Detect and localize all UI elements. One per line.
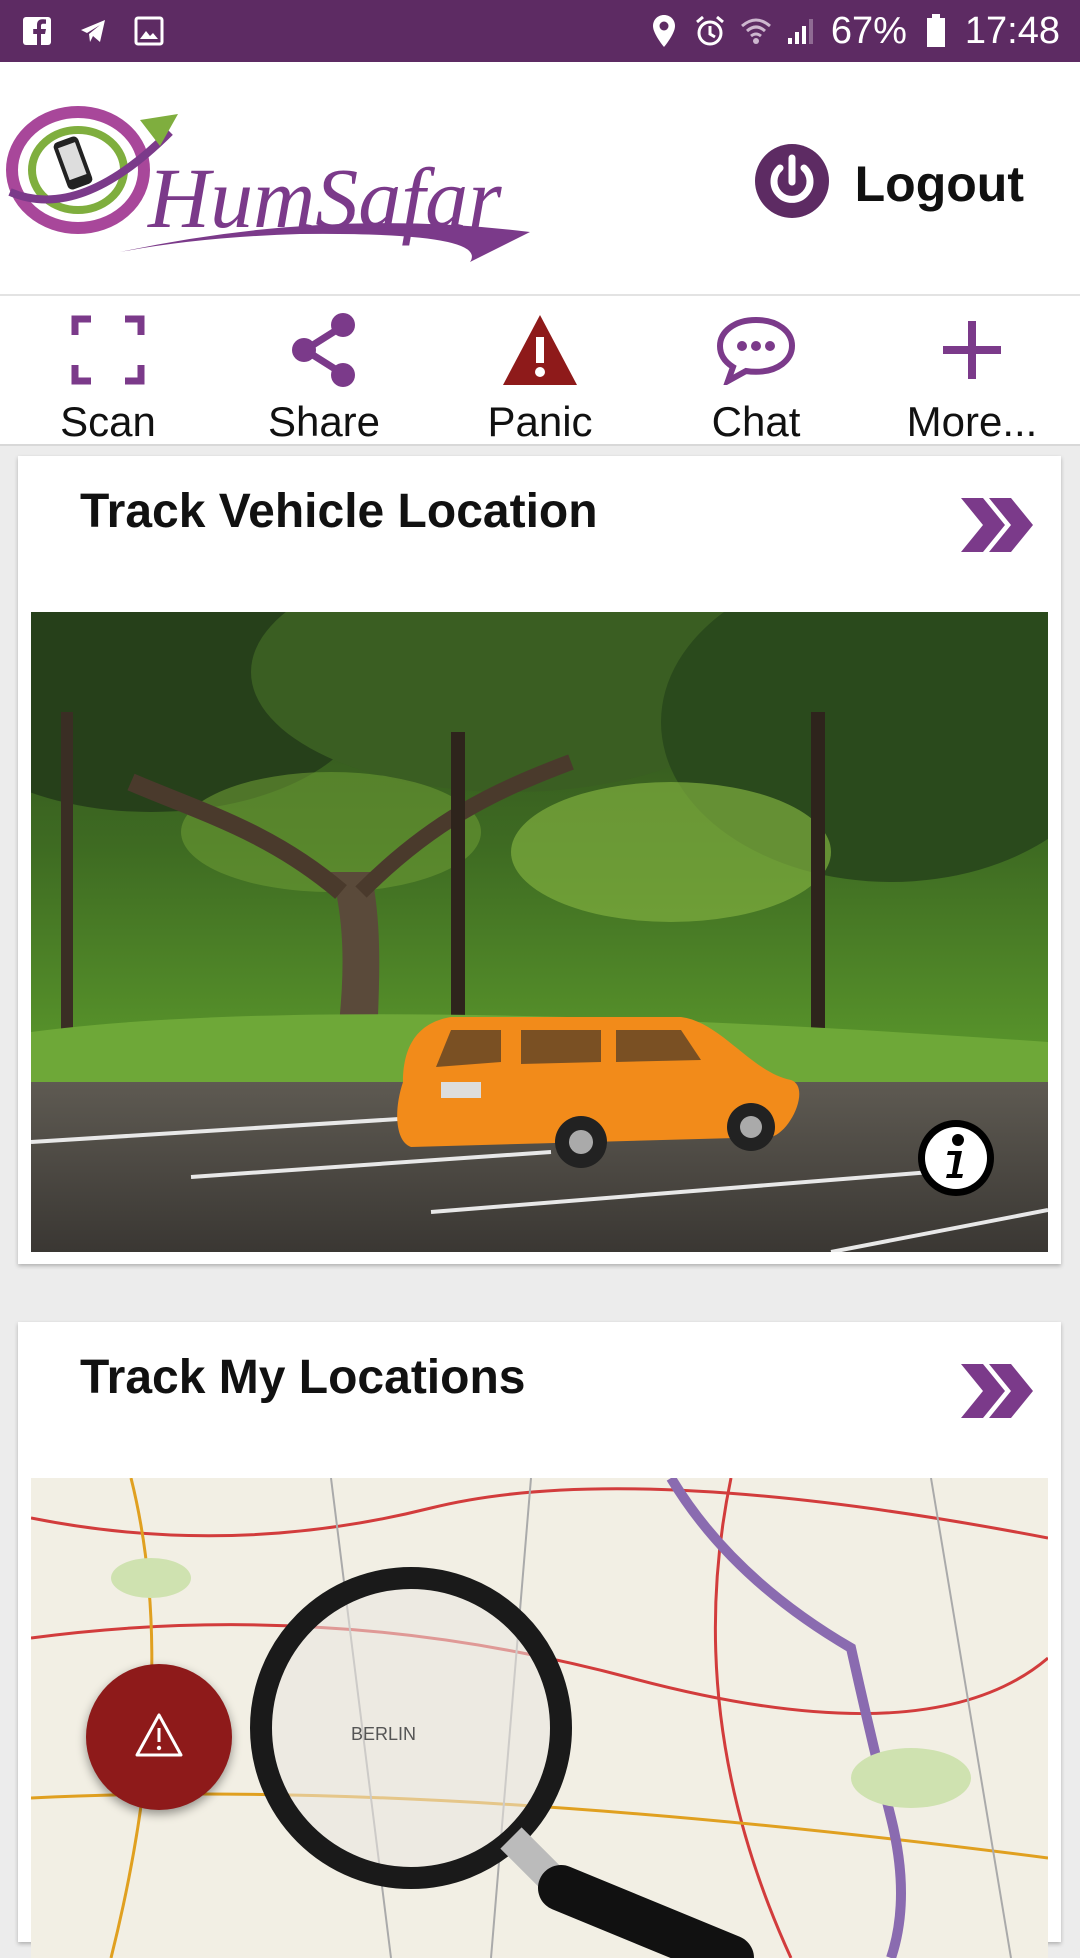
action-toolbar: Scan Share Panic Chat More...	[0, 294, 1080, 446]
battery-percent: 67%	[830, 9, 907, 52]
double-chevron-right-icon[interactable]	[957, 494, 1037, 556]
card-title: Track Vehicle Location	[80, 485, 598, 538]
scan-label: Scan	[60, 398, 156, 445]
info-icon[interactable]	[916, 1118, 996, 1198]
track-my-locations-card[interactable]: Track My Locations BERLIN	[18, 1322, 1061, 1958]
panic-fab[interactable]	[86, 1664, 232, 1810]
more-label: More...	[906, 398, 1038, 445]
humsafar-logo: HumSafar	[0, 102, 545, 277]
double-chevron-right-icon[interactable]	[957, 1360, 1037, 1422]
panic-button[interactable]: Panic	[432, 296, 648, 446]
card-title: Track My Locations	[80, 1351, 526, 1404]
warning-icon	[495, 310, 585, 390]
telegram-icon	[76, 14, 110, 48]
power-icon	[754, 144, 829, 223]
vehicle-photo	[31, 612, 1048, 1252]
share-icon	[279, 310, 369, 390]
warning-icon	[134, 1712, 184, 1763]
status-right: 67% 17:48	[647, 10, 1060, 53]
chat-button[interactable]: Chat	[648, 296, 864, 446]
logout-button[interactable]: Logout	[754, 144, 1024, 223]
location-icon	[647, 14, 681, 48]
share-label: Share	[267, 398, 381, 445]
scan-button[interactable]: Scan	[0, 296, 216, 446]
svg-text:BERLIN: BERLIN	[351, 1724, 416, 1744]
logo-text: HumSafar	[147, 150, 502, 246]
track-vehicle-card[interactable]: Track Vehicle Location	[18, 456, 1061, 1264]
wifi-icon	[739, 14, 773, 48]
signal-icon	[785, 14, 819, 48]
share-button[interactable]: Share	[216, 296, 432, 446]
chat-icon	[711, 310, 801, 390]
scan-icon	[63, 310, 153, 390]
panic-label: Panic	[487, 398, 593, 445]
battery-icon	[919, 14, 953, 48]
facebook-icon	[20, 14, 54, 48]
plus-icon	[927, 310, 1017, 390]
app-header: HumSafar Logout	[0, 62, 1080, 294]
logout-label: Logout	[854, 155, 1024, 212]
gallery-icon	[132, 14, 166, 48]
clock: 17:48	[964, 9, 1060, 52]
status-bar: 67% 17:48	[0, 0, 1080, 62]
status-left	[20, 14, 166, 48]
alarm-icon	[693, 14, 727, 48]
more-button[interactable]: More...	[864, 296, 1080, 446]
chat-label: Chat	[711, 398, 801, 445]
